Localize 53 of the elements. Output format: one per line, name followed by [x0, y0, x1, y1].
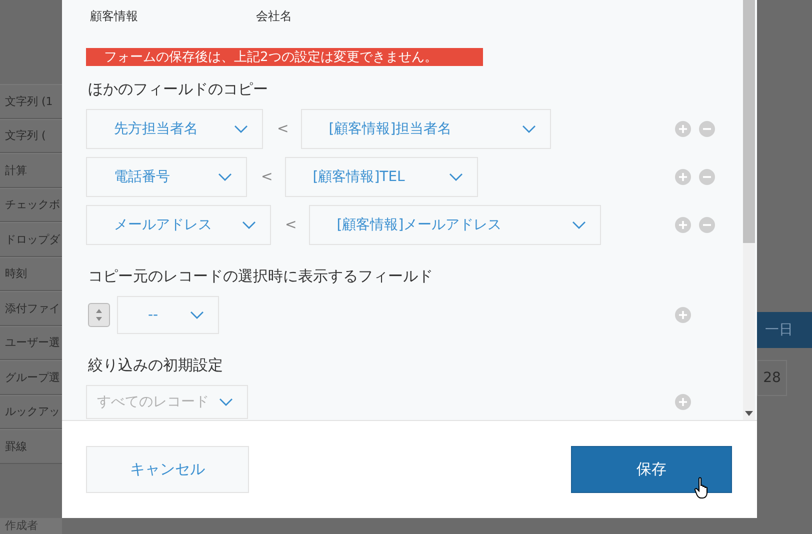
add-icon[interactable] — [675, 121, 691, 137]
section-title: 絞り込みの初期設定 — [88, 356, 224, 375]
dropdown[interactable]: メールアドレス — [86, 205, 271, 245]
dropdown[interactable]: [顧客情報]TEL — [284, 157, 478, 197]
dropdown[interactable]: 電話番号 — [86, 157, 247, 197]
hand-cursor-icon — [694, 477, 710, 499]
chevron-down-icon — [572, 221, 586, 229]
remove-icon[interactable] — [699, 169, 715, 185]
field-type-item[interactable]: 作成者 — [0, 518, 62, 534]
chevron-down-icon — [190, 311, 204, 319]
chevron-down-icon — [234, 125, 248, 133]
field-label: 会社名 — [256, 8, 292, 25]
dropdown[interactable]: -- — [117, 296, 220, 334]
field-type-item[interactable]: 計算 — [0, 153, 62, 188]
chevron-down-icon — [219, 398, 233, 406]
scroll-down-icon[interactable] — [745, 411, 753, 416]
chevron-down-icon — [522, 125, 536, 133]
dropdown[interactable]: 先方担当者名 — [86, 109, 263, 149]
save-button[interactable]: 保存 — [571, 446, 732, 493]
field-type-item[interactable]: ユーザー選 — [0, 326, 62, 360]
date-cell: 28 — [757, 360, 787, 396]
add-icon[interactable] — [675, 217, 691, 233]
cancel-button[interactable]: キャンセル — [86, 446, 249, 493]
scrollbar[interactable] — [743, 0, 755, 420]
dropdown[interactable]: [顧客情報]担当者名 — [300, 109, 551, 149]
warning-banner: フォームの保存後は、上記2つの設定は変更できません。 — [86, 48, 483, 66]
field-type-item[interactable]: 時刻 — [0, 256, 62, 291]
add-icon[interactable] — [675, 394, 691, 410]
field-type-item[interactable]: グループ選 — [0, 360, 62, 394]
chevron-down-icon — [448, 173, 463, 181]
chevron-down-icon — [242, 221, 256, 229]
section-title: ほかのフィールドのコピー — [88, 80, 269, 99]
field-type-item[interactable]: 文字列 (1 — [0, 84, 62, 118]
field-type-item[interactable]: チェックボ — [0, 188, 62, 222]
view-tab[interactable]: 一日 — [757, 312, 812, 348]
field-type-item[interactable]: ドロップダ — [0, 222, 62, 256]
remove-icon[interactable] — [699, 217, 715, 233]
field-type-item[interactable]: 罫線 — [0, 429, 62, 464]
sort-handle-icon[interactable] — [88, 303, 110, 327]
chevron-down-icon — [218, 173, 232, 181]
dropdown[interactable]: すべてのレコード — [86, 385, 248, 419]
dropdown[interactable]: [顧客情報]メールアドレス — [308, 205, 601, 245]
remove-icon[interactable] — [699, 121, 715, 137]
section-title: コピー元のレコードの選択時に表示するフィールド — [88, 267, 434, 286]
arrow-label: < — [277, 121, 289, 137]
field-type-item[interactable]: 文字列 ( — [0, 118, 62, 153]
field-type-item[interactable]: ルックアッ — [0, 394, 62, 429]
field-label: 顧客情報 — [90, 8, 139, 25]
arrow-label: < — [261, 169, 273, 185]
field-type-item[interactable]: 添付ファイ — [0, 291, 62, 326]
add-icon[interactable] — [675, 307, 691, 323]
arrow-label: < — [285, 217, 297, 233]
add-icon[interactable] — [675, 169, 691, 185]
